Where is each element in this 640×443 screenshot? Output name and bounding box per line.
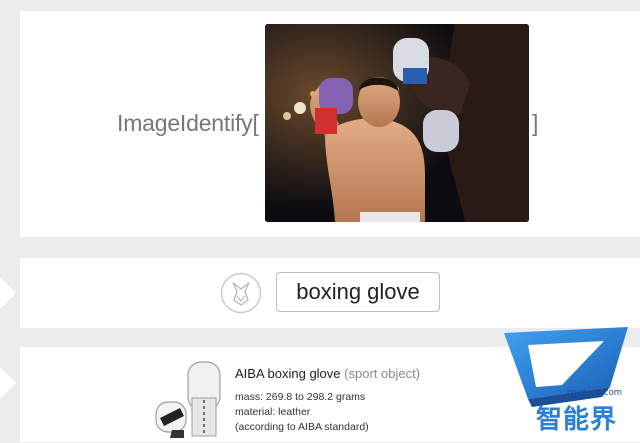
watermark-site: znjchina.com [566, 388, 623, 398]
result-value[interactable]: boxing glove [276, 272, 440, 312]
cell-connector [0, 277, 16, 309]
cell-connector [0, 367, 16, 399]
property-standard-note: (according to AIBA standard) [235, 421, 369, 433]
property-material: material: leather [235, 406, 311, 418]
input-photo[interactable] [265, 24, 529, 222]
entity-name[interactable]: AIBA boxing glove [235, 366, 341, 381]
wolf-icon [220, 272, 262, 314]
boxing-glove-icon [150, 358, 230, 438]
entity-category: (sport object) [344, 366, 421, 381]
function-name: ImageIdentify[ [117, 110, 259, 136]
closing-bracket: ] [532, 110, 539, 136]
property-mass: mass: 269.8 to 298.2 grams [235, 391, 366, 403]
entity-title: AIBA boxing glove (sport object) [235, 366, 420, 381]
result-label: boxing glove [296, 279, 420, 304]
watermark-brand: 智能界 [536, 405, 618, 435]
